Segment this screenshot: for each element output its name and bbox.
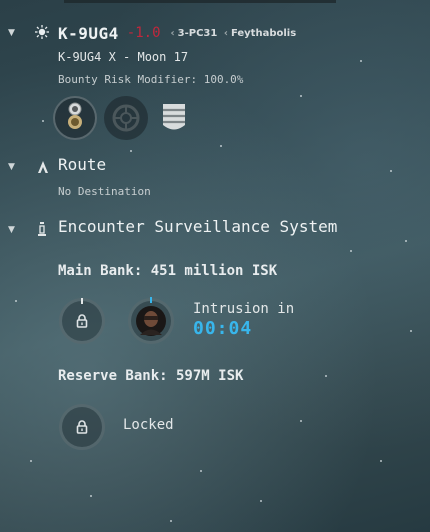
reserve-status: Locked	[123, 417, 174, 433]
intrusion-progress-marker	[150, 297, 152, 303]
current-location[interactable]: K-9UG4 X - Moon 17	[58, 50, 188, 64]
sov-badge-icon[interactable]	[53, 96, 97, 140]
ess-icon	[37, 221, 47, 241]
route-title[interactable]: Route	[58, 155, 106, 174]
lock-progress-marker	[81, 298, 83, 304]
reserve-bank-lock-button[interactable]	[59, 404, 105, 450]
intrusion-avatar-button[interactable]	[128, 298, 174, 344]
collapse-chevron-icon[interactable]: ▼	[8, 162, 15, 172]
lock-icon	[76, 420, 88, 434]
main-bank-lock-button[interactable]	[59, 298, 105, 344]
region-link[interactable]: Feythabolis	[231, 28, 296, 39]
constellation-link[interactable]: 3-PC31	[178, 28, 218, 39]
lock-icon	[76, 314, 88, 328]
system-name[interactable]: K-9UG4	[58, 24, 119, 43]
sun-icon	[34, 24, 50, 44]
hub-icon[interactable]	[104, 96, 148, 140]
main-bank-label: Main Bank: 451 million ISK	[58, 263, 278, 279]
autopilot-icon	[36, 159, 50, 178]
ess-title[interactable]: Encounter Surveillance System	[58, 217, 337, 236]
intrusion-label: Intrusion in	[193, 301, 295, 317]
system-header: K-9UG4 -1.0 ‹ 3-PC31 ‹ Feythabolis	[58, 22, 296, 44]
collapse-chevron-icon[interactable]: ▼	[8, 28, 15, 38]
collapse-chevron-icon[interactable]: ▼	[8, 225, 15, 235]
stack-icon[interactable]	[156, 100, 192, 136]
security-status: -1.0	[126, 25, 161, 41]
panel-top-edge	[64, 0, 336, 3]
avatar	[136, 306, 166, 336]
intrusion-timer: 00:04	[193, 318, 253, 339]
route-status: No Destination	[58, 185, 151, 198]
reserve-bank-label: Reserve Bank: 597M ISK	[58, 368, 244, 384]
bounty-risk-modifier: Bounty Risk Modifier: 100.0%	[58, 73, 244, 86]
breadcrumb: ‹ 3-PC31 ‹ Feythabolis	[170, 27, 297, 39]
